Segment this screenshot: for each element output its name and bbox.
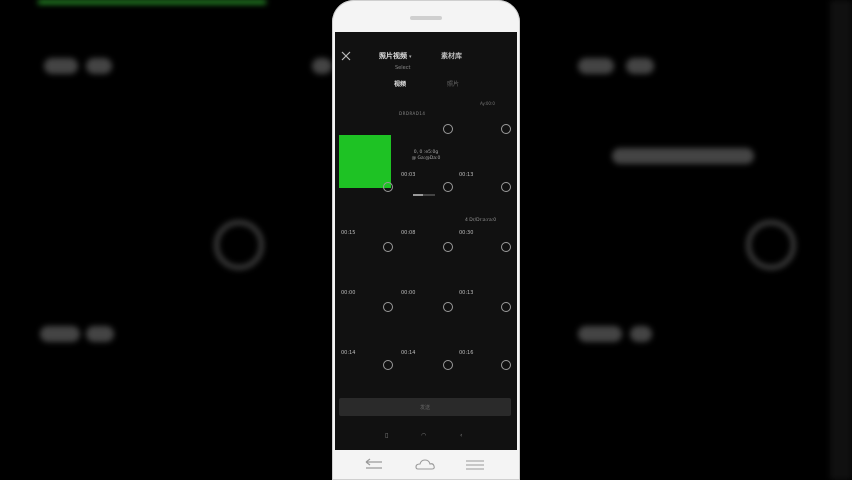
select-circle-icon[interactable] [443,360,453,370]
phone-speaker [410,16,442,20]
bg-blob [612,148,754,164]
select-circle-icon[interactable] [501,182,511,192]
media-grid-cell[interactable]: 00:00 [339,242,395,300]
bg-ring [746,220,796,270]
duration-label: 00:00 [341,290,356,296]
duration-label: 00:14 [401,350,416,356]
select-circle-icon[interactable] [443,182,453,192]
chevron-down-icon: ▾ [409,54,412,60]
back-arrow-icon[interactable] [363,458,385,472]
duration-label: 00:00 [401,290,416,296]
bg-edge [830,0,852,480]
media-grid-cell[interactable]: 00:16 [457,302,513,360]
bg-blob [312,58,332,74]
select-circle-icon[interactable] [383,302,393,312]
menu-lines-icon[interactable] [464,458,486,472]
duration-label: 00:30 [459,230,474,236]
reference-line: DRDRAD14 [399,111,426,116]
material-library-tab[interactable]: 素材库 [441,51,462,61]
duration-label: 00:16 [459,350,474,356]
duration-label: 00:03 [401,172,416,178]
phone-frame: 照片视频 ▾ 素材库 Select 视频 照片 Ay:00:0 DRDRAD14 … [332,0,520,480]
duration-label: 00:13 [459,172,474,178]
album-selector[interactable]: 照片视频 ▾ [379,51,412,61]
bg-blob [40,326,80,342]
nav-menu-icon[interactable]: ▯ [385,432,388,439]
media-grid-cell[interactable]: 00:13 [457,242,513,300]
select-circle-icon[interactable] [383,242,393,252]
media-grid-cell[interactable]: 00:00 [399,242,455,300]
bg-blob [626,58,654,74]
nav-back-icon[interactable]: ‹ [460,432,462,439]
select-circle-icon[interactable] [501,360,511,370]
selected-green-thumbnail[interactable] [339,135,391,188]
close-icon[interactable] [341,51,351,61]
media-grid-cell[interactable]: 00:13 [457,124,513,182]
mini-note: Ay:00:0 [480,101,495,106]
app-screen: 照片视频 ▾ 素材库 Select 视频 照片 Ay:00:0 DRDRAD14 … [335,32,517,450]
album-title: 照片视频 [379,52,407,60]
duration-label: 00:13 [459,290,474,296]
select-circle-icon[interactable] [443,302,453,312]
media-grid-cell[interactable]: 00:03 [399,124,455,182]
media-grid-cell[interactable]: 00:30 [457,182,513,240]
media-grid-cell[interactable]: 00:15 [339,182,395,240]
media-grid-cell[interactable]: 00:14 [399,302,455,360]
bg-blob [578,326,622,342]
nav-home-icon[interactable]: ◠ [421,432,426,439]
system-nav-bar: ▯ ◠ ‹ [335,428,517,442]
select-circle-icon[interactable] [383,360,393,370]
media-grid-cell[interactable]: 00:08 [399,182,455,240]
select-circle-icon[interactable] [501,302,511,312]
select-circle-icon[interactable] [501,242,511,252]
bg-progress-bar [38,0,266,4]
header-subtitle: Select [395,65,411,71]
send-button-label: 发送 [419,404,430,411]
top-bar: 照片视频 ▾ 素材库 Select [335,32,517,78]
bg-blob [578,58,614,74]
bg-ring [214,220,264,270]
home-cloud-icon[interactable] [414,458,436,472]
bg-blob [86,58,112,74]
bg-blob [44,58,78,74]
tab-photo[interactable]: 照片 [447,79,459,88]
media-grid-cell[interactable]: 00:14 [339,302,395,360]
select-circle-icon[interactable] [501,124,511,134]
bg-blob [630,326,652,342]
tab-video[interactable]: 视频 [394,79,406,88]
select-circle-icon[interactable] [443,242,453,252]
send-button[interactable]: 发送 [339,398,511,416]
select-circle-icon[interactable] [443,124,453,134]
duration-label: 00:14 [341,350,356,356]
hardware-keys [332,452,520,480]
duration-label: 00:08 [401,230,416,236]
duration-label: 00:15 [341,230,356,236]
select-circle-icon[interactable] [383,182,393,192]
bg-blob [86,326,114,342]
